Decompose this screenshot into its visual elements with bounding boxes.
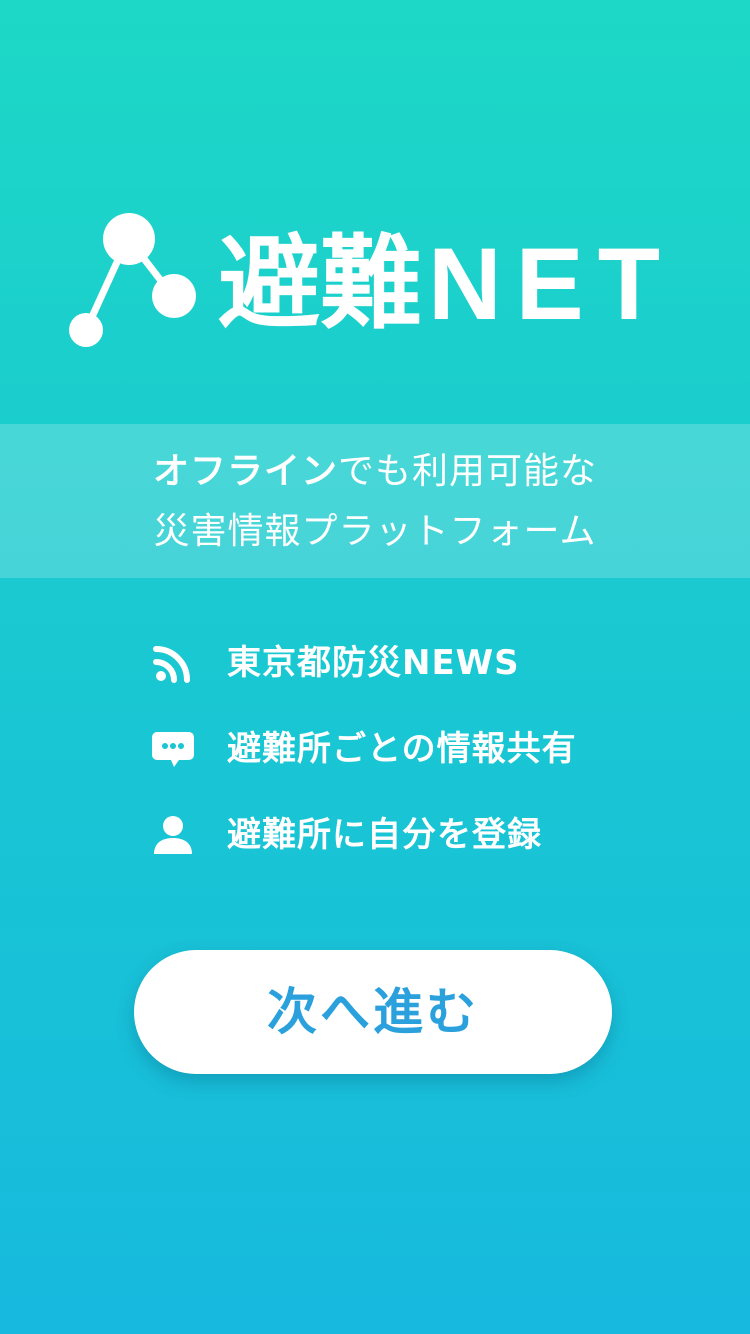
feature-item-register: 避難所に自分を登録 xyxy=(150,810,670,896)
tagline-line-1: オフラインでも利用可能な xyxy=(0,424,750,490)
feature-label: 東京都防災NEWS xyxy=(227,643,520,683)
tagline-line-2: 災害情報プラットフォーム xyxy=(153,511,597,552)
feature-item-news: 東京都防災NEWS xyxy=(150,638,670,724)
tagline-band: オフラインでも利用可能な 災害情報プラットフォーム xyxy=(0,424,750,578)
app-logo: 避難NET xyxy=(0,205,750,355)
app-title: 避難NET xyxy=(218,227,674,342)
person-icon xyxy=(150,810,196,860)
network-nodes-icon xyxy=(69,213,196,347)
tagline-emphasis: オフライン xyxy=(152,451,338,492)
rss-icon xyxy=(150,638,196,688)
app-title-net: NET xyxy=(428,227,674,341)
feature-list: 東京都防災NEWS 避難所ごとの情報共有 避難所に自分を登録 xyxy=(150,638,670,896)
app-title-japanese: 避難 xyxy=(218,225,422,344)
feature-label: 避難所に自分を登録 xyxy=(227,815,542,855)
next-button[interactable]: 次へ進む xyxy=(134,950,612,1074)
feature-item-shelter-share: 避難所ごとの情報共有 xyxy=(150,724,670,810)
chat-bubble-icon xyxy=(150,724,196,774)
tagline-line-1-text: でも利用可能な xyxy=(338,451,598,492)
feature-label: 避難所ごとの情報共有 xyxy=(227,729,577,769)
